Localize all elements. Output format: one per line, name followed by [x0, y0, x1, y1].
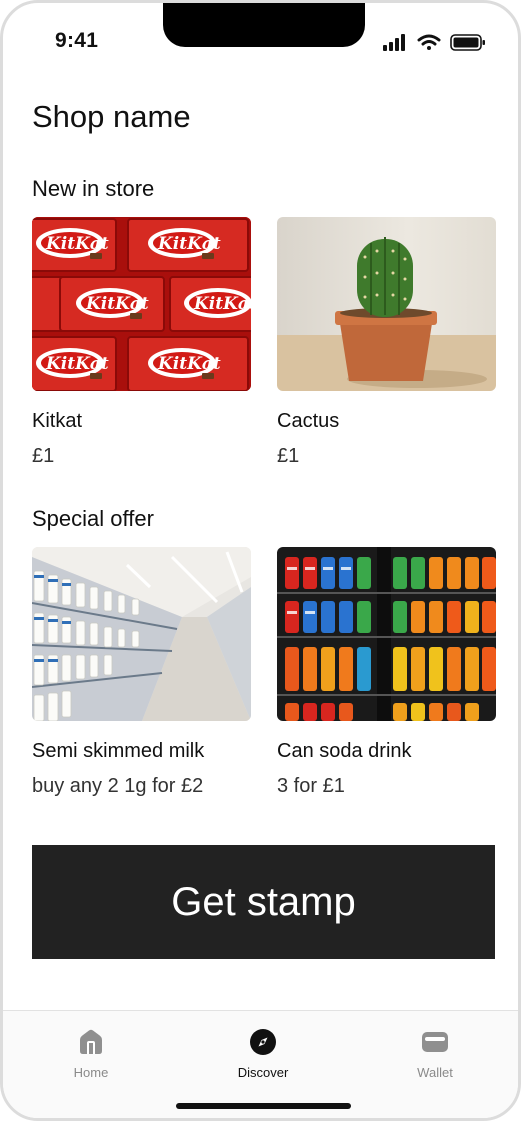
tab-discover[interactable]: Discover [213, 1027, 313, 1080]
signal-icon [383, 34, 405, 51]
tab-label: Discover [237, 1065, 289, 1080]
product-price: £1 [277, 445, 300, 467]
svg-text:KitKat: KitKat [157, 234, 221, 254]
product-name: Cactus [277, 410, 340, 432]
product-card-soda[interactable]: Can soda drink 3 for £1 [277, 547, 496, 798]
product-price: 3 for £1 [277, 775, 345, 797]
product-price: £1 [32, 445, 55, 467]
svg-text:KitKat: KitKat [193, 294, 251, 314]
status-icons [383, 34, 485, 51]
wifi-icon [417, 34, 441, 50]
product-card-cactus[interactable]: Cactus £1 [277, 217, 496, 468]
phone-frame: 9:41 Shop name New in store KitKat KitKa… [0, 0, 521, 1121]
compass-icon [250, 1029, 276, 1055]
product-name: Semi skimmed milk [32, 740, 205, 762]
section-title-special-offer: Special offer [32, 506, 154, 531]
product-name: Can soda drink [277, 740, 412, 762]
tab-wallet[interactable]: Wallet [385, 1027, 485, 1080]
svg-text:KitKat: KitKat [85, 294, 149, 314]
svg-text:KitKat: KitKat [45, 234, 109, 254]
section-title-new-in-store: New in store [32, 176, 155, 201]
svg-text:KitKat: KitKat [45, 354, 109, 374]
product-card-milk[interactable]: Semi skimmed milk buy any 2 1g for £2 [32, 547, 251, 798]
shop-name: Shop name [32, 99, 191, 134]
svg-text:KitKat: KitKat [157, 354, 221, 374]
product-price: buy any 2 1g for £2 [32, 775, 204, 797]
tab-label: Home [73, 1065, 109, 1080]
camera-notch [163, 3, 365, 47]
product-card-kitkat[interactable]: KitKat KitKat KitKat KitKat KitKat KitKa… [32, 217, 251, 468]
kitkat-bars-image: KitKat KitKat KitKat KitKat KitKat KitKa… [32, 217, 251, 391]
home-icon [80, 1029, 102, 1054]
potted-cactus-image [277, 217, 496, 391]
tab-home[interactable]: Home [41, 1027, 141, 1080]
get-stamp-button[interactable]: Get stamp [32, 845, 495, 959]
battery-icon [450, 34, 485, 51]
soda-fridge-image [277, 547, 496, 721]
product-name: Kitkat [32, 410, 83, 432]
tab-label: Wallet [417, 1065, 453, 1080]
milk-aisle-image [32, 547, 251, 721]
wallet-icon [422, 1032, 448, 1052]
status-time: 9:41 [55, 29, 99, 52]
home-indicator [176, 1103, 351, 1109]
